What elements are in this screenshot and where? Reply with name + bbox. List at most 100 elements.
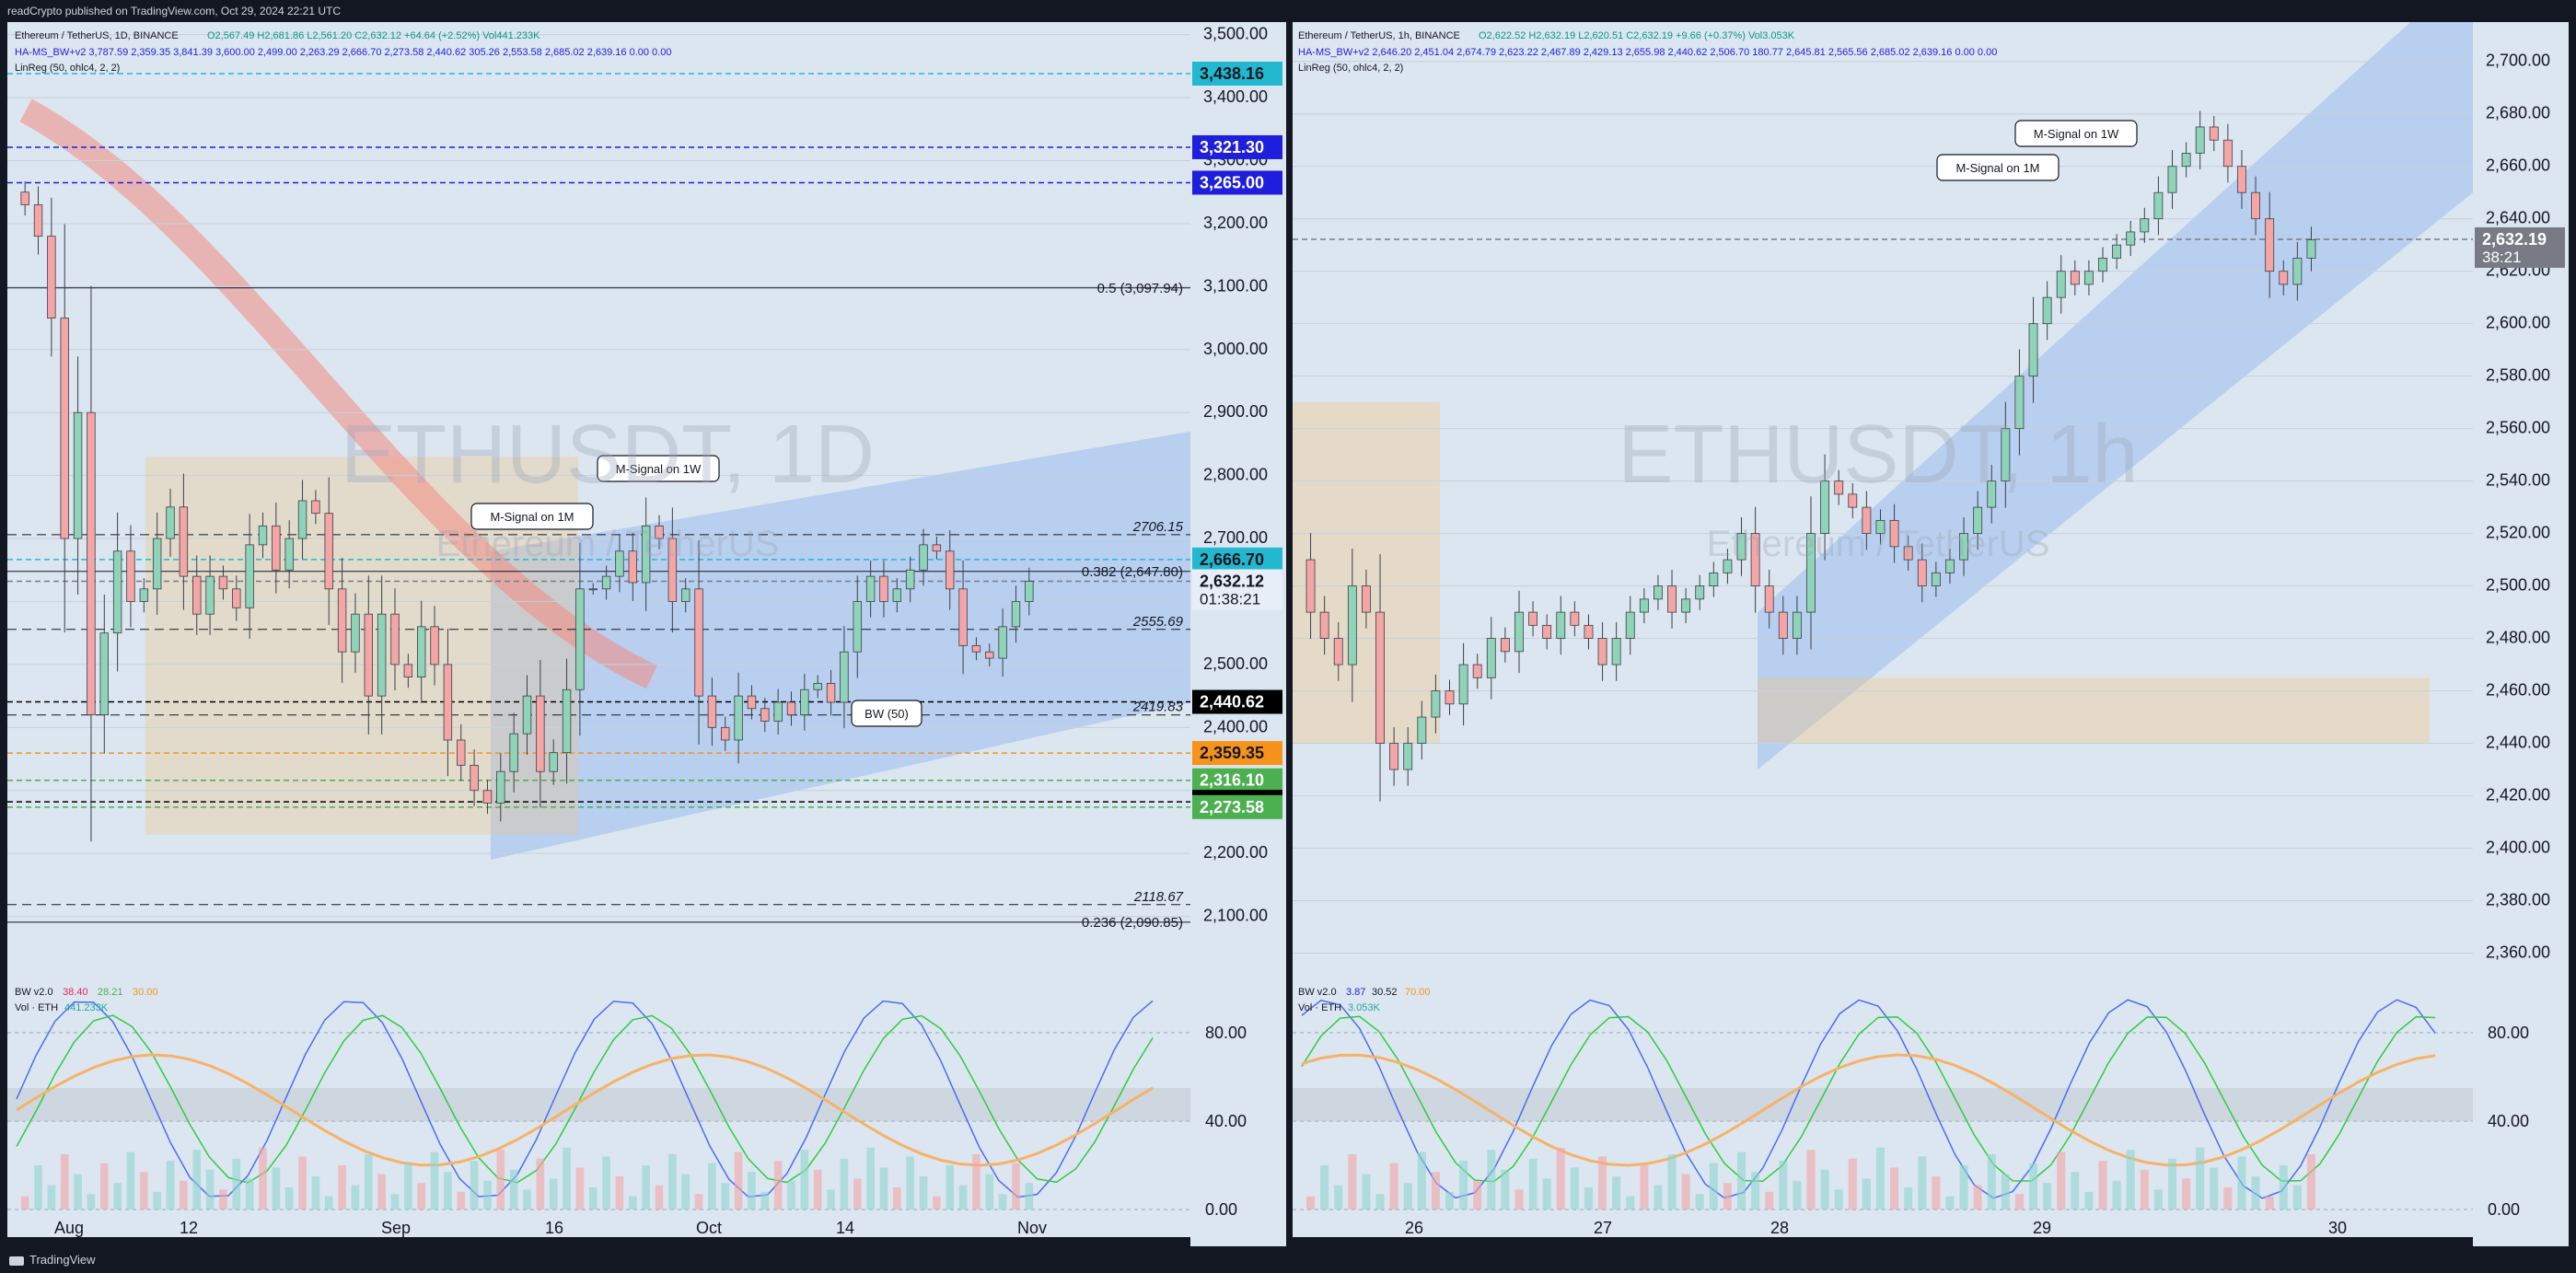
right-volume-bar <box>1362 1174 1371 1209</box>
right-y-tick-label: 2,480.00 <box>2486 629 2550 647</box>
right-volume-bar <box>1459 1161 1468 1209</box>
left-candle <box>364 613 373 697</box>
right-candle <box>2181 153 2191 168</box>
left-candle <box>509 733 518 772</box>
right-y-tick-label: 2,700.00 <box>2486 52 2550 70</box>
left-vol-value: 441.233K <box>64 1002 109 1013</box>
right-volume-bar <box>2029 1163 2038 1209</box>
left-candle <box>99 632 109 716</box>
right-volume-bar <box>1723 1183 1732 1209</box>
right-candle <box>2070 271 2080 285</box>
left-candle <box>482 790 493 804</box>
right-volume-bar <box>2112 1180 2121 1209</box>
left-volume-bar <box>655 1185 664 1209</box>
left-volume-bar <box>377 1174 386 1209</box>
right-candle <box>2195 126 2205 154</box>
right-candle <box>1319 611 1329 639</box>
right-volume-bar <box>1514 1189 1524 1209</box>
annotation-label: BW (50) <box>864 707 909 721</box>
right-volume-bar <box>1348 1154 1357 1209</box>
right-sub-band <box>1293 1088 2473 1121</box>
right-volume-bar <box>1709 1163 1718 1209</box>
left-candle <box>60 318 69 539</box>
left-y-tick-label: 2,700.00 <box>1203 528 1268 547</box>
left-y-tick-label: 3,100.00 <box>1203 276 1268 295</box>
left-candle <box>800 689 809 716</box>
right-volume-bar <box>2014 1194 2024 1209</box>
left-candle <box>575 588 585 690</box>
left-candle <box>192 575 202 615</box>
left-sub-values-3: 30.00 <box>133 987 158 998</box>
left-volume-bar <box>958 1185 968 1209</box>
right-watermark-name: Ethereum / TetherUS <box>1707 524 2050 564</box>
right-volume-bar <box>1640 1165 1649 1209</box>
right-y-tick-label: 2,640.00 <box>2486 209 2550 227</box>
right-candle <box>2112 244 2122 259</box>
left-candle <box>840 651 849 703</box>
right-volume-bar <box>1598 1156 1607 1209</box>
right-candle <box>1458 664 1468 705</box>
left-y-tick-label: 3,400.00 <box>1203 87 1268 106</box>
right-volume-bar <box>1793 1180 1802 1209</box>
right-x-tick-label: 29 <box>2033 1219 2051 1237</box>
left-volume-bar <box>800 1150 809 1209</box>
right-volume-bar <box>1403 1183 1412 1209</box>
left-candle <box>470 764 479 792</box>
left-volume-bar <box>444 1172 452 1209</box>
left-candle <box>87 411 96 716</box>
left-volume-bar <box>470 1161 479 1209</box>
right-candle <box>2083 271 2094 285</box>
right-candle <box>1667 585 1677 613</box>
chart-area[interactable]: 0.618 (3,548.07)0.5 (3,097.94)0.382 (2,6… <box>0 22 2576 1246</box>
left-volume-bar <box>985 1174 994 1209</box>
left-chart-panel[interactable]: 0.618 (3,548.07)0.5 (3,097.94)0.382 (2,6… <box>7 22 1286 1246</box>
left-y-tick-label: 2,400.00 <box>1203 717 1268 735</box>
left-price-badge-label: 2,316.10 <box>1200 771 1264 790</box>
left-volume-bar <box>364 1154 373 1209</box>
right-volume-bar <box>1556 1147 1565 1209</box>
right-volume-bar <box>1904 1187 1913 1209</box>
left-volume-bar <box>866 1147 875 1209</box>
left-volume-bar <box>919 1176 928 1209</box>
left-volume-bar <box>575 1167 585 1209</box>
support-level-label: 2706.15 <box>1132 519 1184 535</box>
left-volume-bar <box>536 1158 545 1209</box>
left-price-badge-label: 3,438.16 <box>1200 64 1264 83</box>
right-volume-bar <box>2265 1196 2274 1209</box>
left-candle <box>1011 601 1021 628</box>
left-x-tick-label: Nov <box>1017 1219 1047 1237</box>
left-candle <box>958 588 968 646</box>
right-candle <box>2153 191 2164 220</box>
right-volume-bar <box>2167 1158 2177 1209</box>
right-volume-bar <box>1751 1172 1760 1209</box>
publisher-text: readCrypto published on TradingView.com,… <box>7 5 341 17</box>
left-candle <box>20 191 29 205</box>
right-indicator-line-1: HA-MS_BW+v2 2,646.20 2,451.04 2,674.79 2… <box>1298 47 1997 58</box>
left-volume-bar <box>602 1156 610 1209</box>
left-price-badge-label: 3,321.30 <box>1200 138 1264 156</box>
right-x-tick-label: 26 <box>1405 1219 1423 1237</box>
left-volume-bar <box>298 1156 307 1209</box>
fib-level-label: 0.236 (2,090.85) <box>1082 915 1183 931</box>
right-candle <box>2237 166 2246 193</box>
right-chart-panel[interactable]: M-Signal on 1W M-Signal on 1M 2,360.00 2,3… <box>1293 22 2569 1246</box>
left-candle <box>694 588 703 697</box>
left-volume-bar <box>457 1191 466 1209</box>
footer-brand: TradingView <box>29 1253 96 1267</box>
left-volume-bar <box>734 1151 743 1209</box>
left-volume-bar <box>205 1169 215 1209</box>
left-volume-bar <box>760 1191 770 1209</box>
left-candle <box>536 695 545 772</box>
left-volume-bar <box>642 1165 650 1209</box>
right-y-tick-label: 2,400.00 <box>2486 839 2550 857</box>
right-candle <box>2126 231 2136 246</box>
left-y-tick-label: 3,200.00 <box>1203 214 1268 232</box>
left-volume-bar <box>813 1169 822 1209</box>
left-candle <box>721 726 730 741</box>
right-watermark-symbol: ETHUSDT, 1h <box>1618 409 2138 501</box>
right-candle <box>1417 716 1427 744</box>
left-candle <box>430 626 439 665</box>
left-title: Ethereum / TetherUS, 1D, BINANCE <box>15 30 179 41</box>
fib-level-label: 0.5 (3,097.94) <box>1097 281 1183 296</box>
right-x-tick-label: 27 <box>1594 1219 1612 1237</box>
